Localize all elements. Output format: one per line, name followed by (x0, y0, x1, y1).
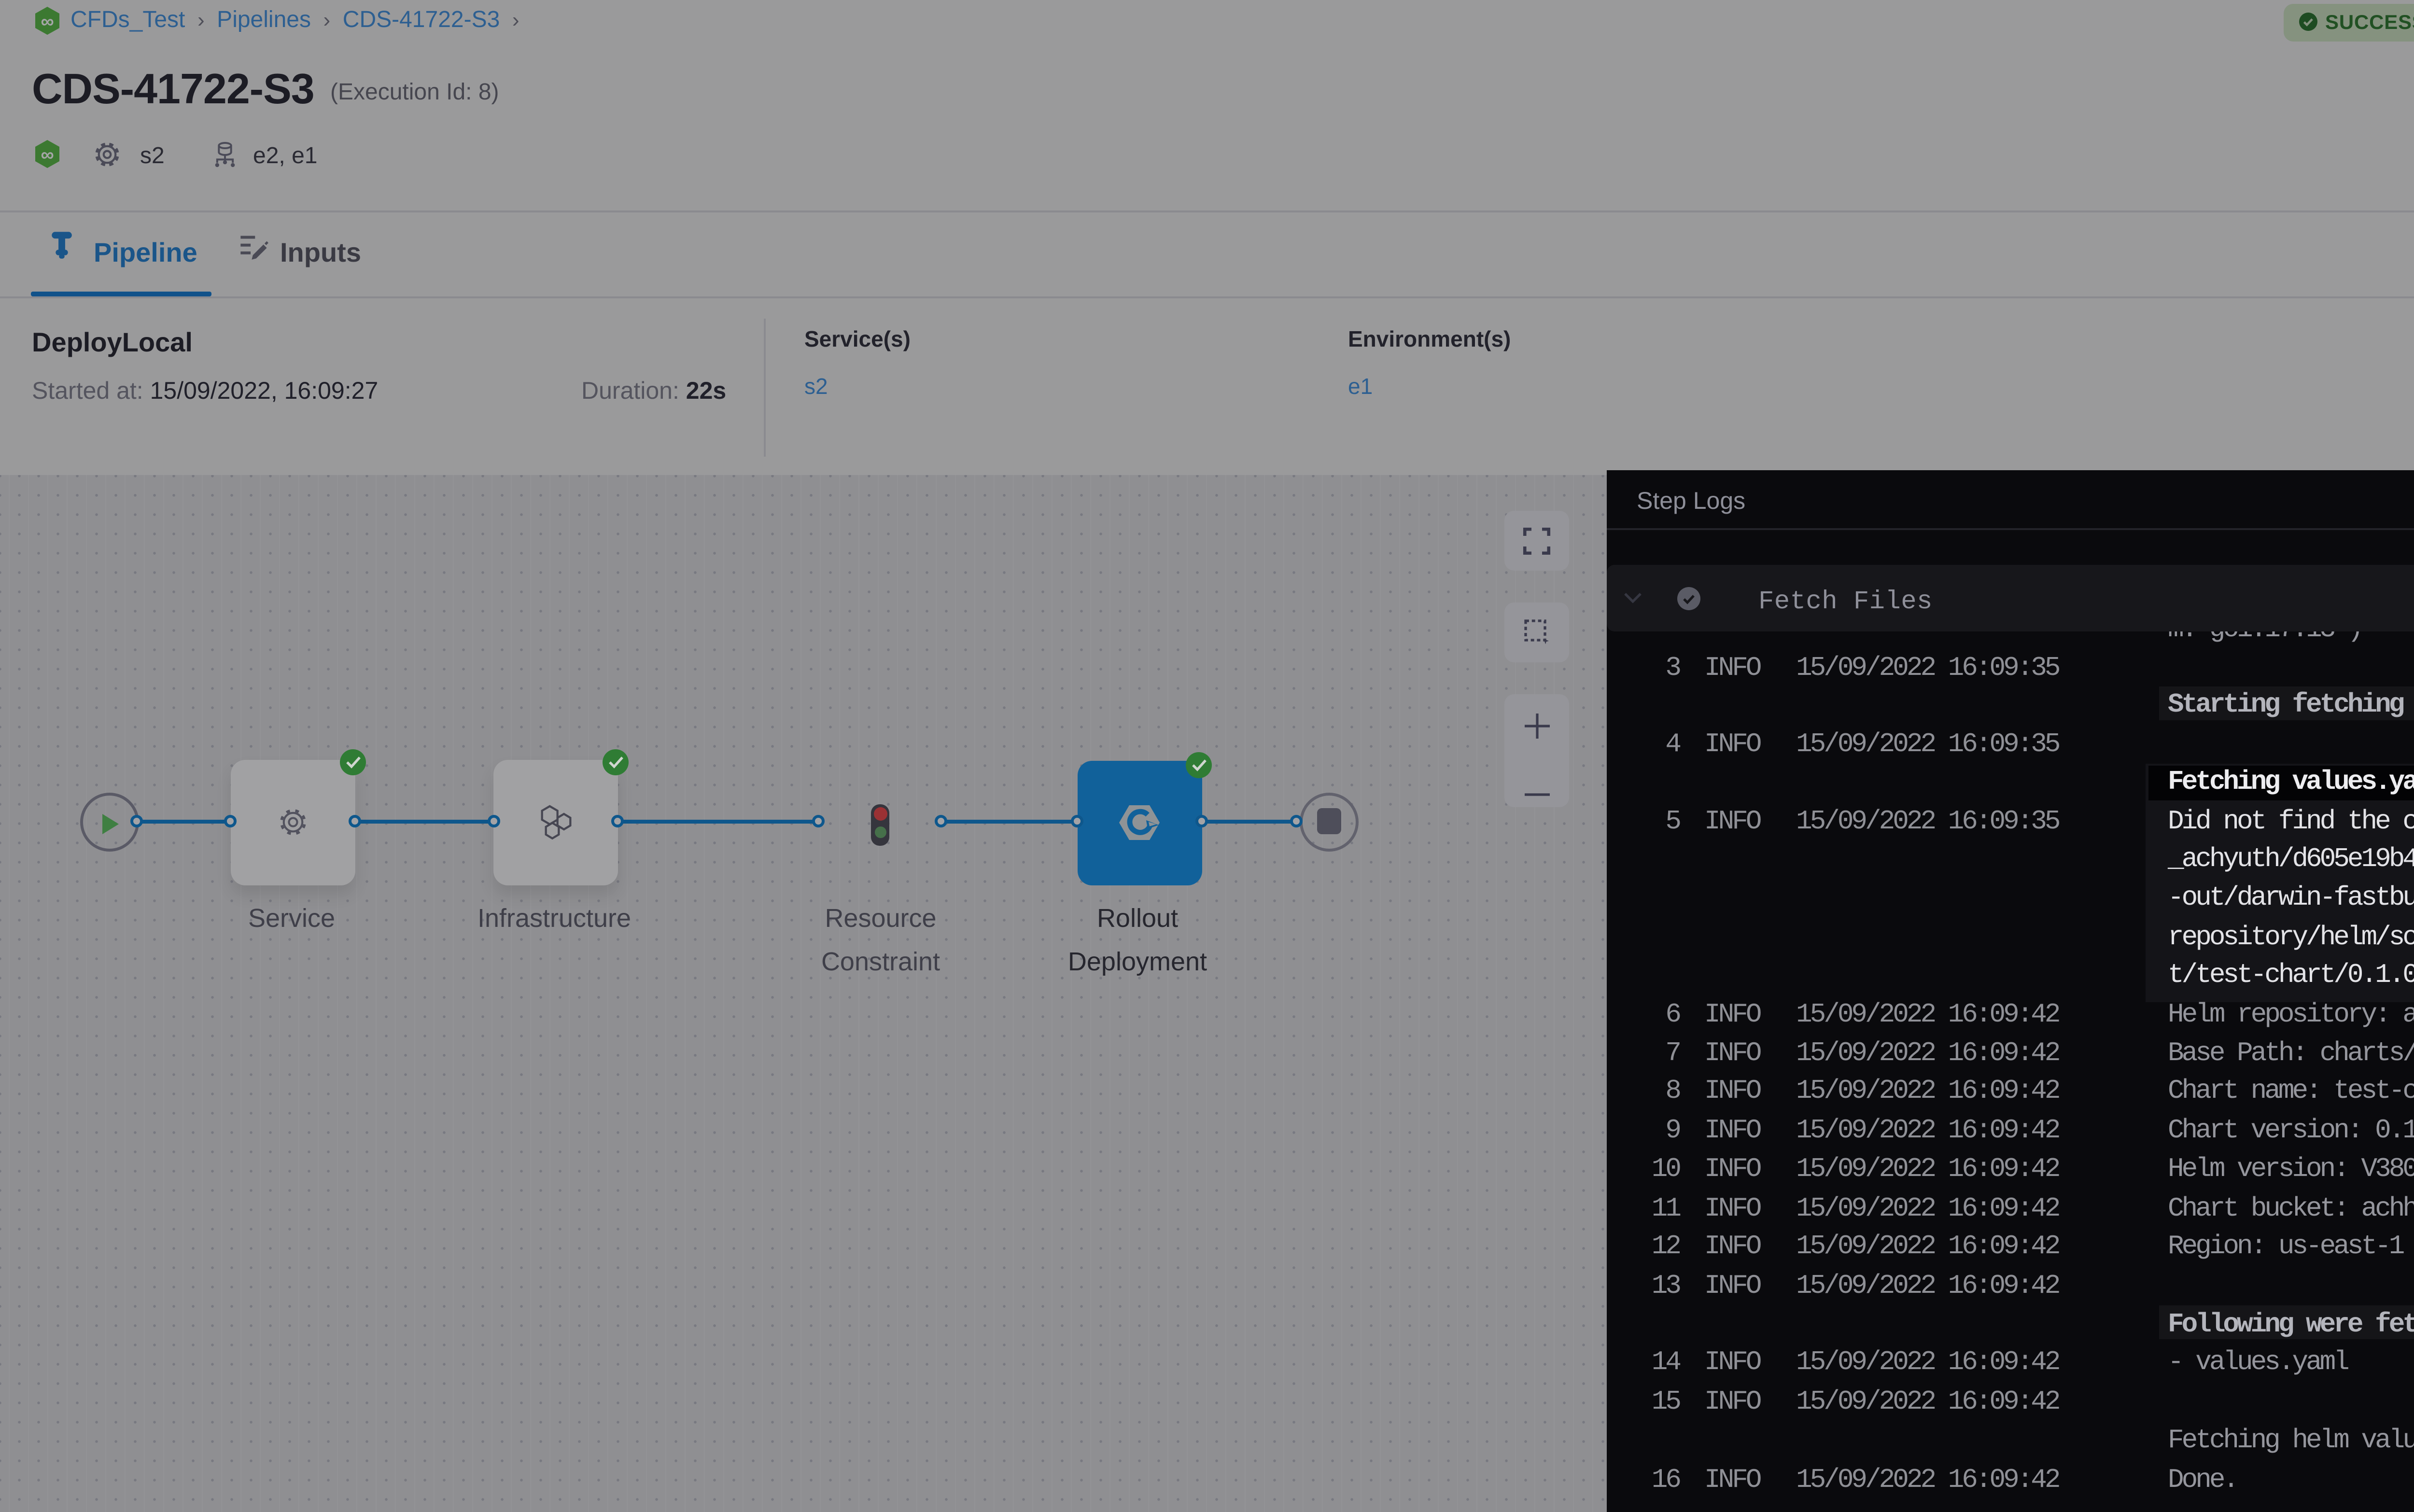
svg-text:∞: ∞ (41, 145, 54, 165)
svg-text:∞: ∞ (41, 12, 54, 32)
